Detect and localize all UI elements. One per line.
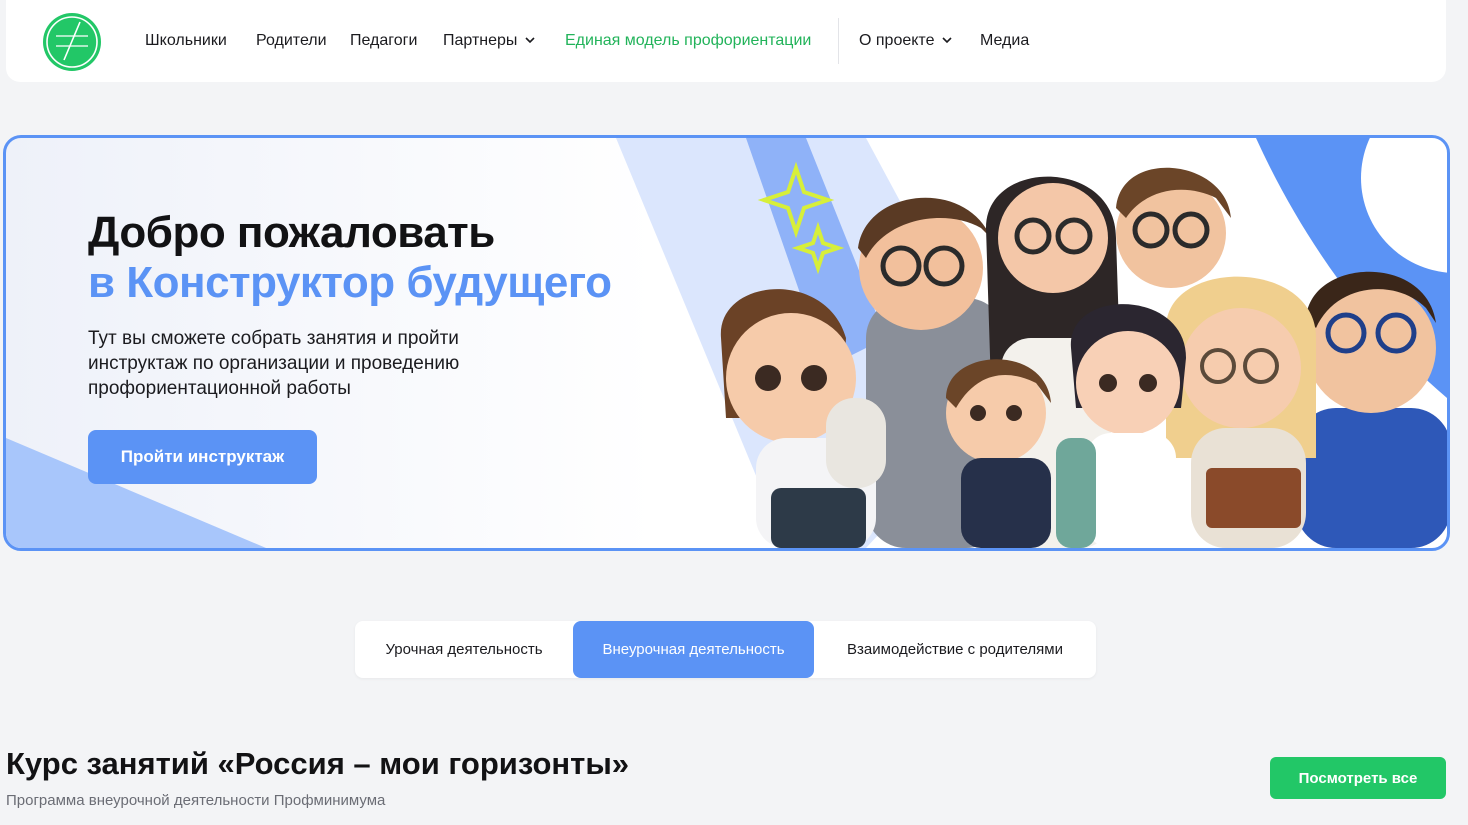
tab-lesson-activity[interactable]: Урочная деятельность [355, 621, 573, 678]
nav-item-partners[interactable]: Партнеры [443, 31, 535, 51]
section-subtitle: Программа внеурочной деятельности Профми… [6, 792, 386, 809]
nav-item-about-label: О проекте [859, 32, 935, 49]
nav-item-about[interactable]: О проекте [859, 31, 953, 51]
nav-item-teachers[interactable]: Педагоги [350, 31, 417, 51]
hero-title-line1: Добро пожаловать [88, 208, 495, 257]
view-all-button[interactable]: Посмотреть все [1270, 757, 1446, 799]
hero-title: Добро пожаловать в Конструктор будущего [88, 208, 612, 308]
nav-item-media[interactable]: Медиа [980, 31, 1029, 51]
hero-description: Тут вы сможете собрать занятия и пройти … [88, 328, 460, 399]
nav-item-unified-model[interactable]: Единая модель профориентации [565, 31, 811, 51]
chevron-down-icon [942, 37, 953, 44]
take-instruction-button[interactable]: Пройти инструктаж [88, 430, 317, 484]
site-header: Школьники Родители Педагоги Партнеры Еди… [6, 0, 1446, 82]
section-title: Курс занятий «Россия – мои горизонты» [6, 746, 630, 781]
hero-banner: Добро пожаловать в Конструктор будущего … [3, 135, 1450, 551]
chevron-down-icon [525, 37, 535, 44]
nav-item-partners-label: Партнеры [443, 32, 518, 49]
tab-extracurricular-activity[interactable]: Внеурочная деятельность [573, 621, 814, 678]
tab-parent-interaction[interactable]: Взаимодействие с родителями [814, 621, 1096, 678]
activity-tabs: Урочная деятельность Внеурочная деятельн… [355, 621, 1096, 678]
hero-title-line2: в Конструктор будущего [88, 258, 612, 307]
nav-item-parents[interactable]: Родители [256, 31, 327, 51]
nav-item-students[interactable]: Школьники [145, 31, 227, 51]
logo-icon[interactable] [42, 12, 102, 72]
nav-divider [838, 18, 839, 64]
